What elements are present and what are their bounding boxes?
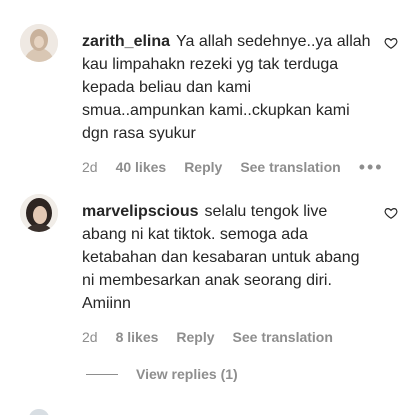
likes-count[interactable]: 8 likes (116, 329, 159, 345)
avatar[interactable] (20, 194, 58, 232)
likes-count[interactable]: 40 likes (116, 159, 167, 175)
view-replies-button[interactable]: View replies (1) (86, 366, 238, 382)
view-replies-divider (86, 373, 118, 375)
comment-meta: 2d 40 likes Reply See translation ••• (82, 158, 382, 176)
heart-icon[interactable] (384, 206, 398, 220)
reply-button[interactable]: Reply (176, 329, 214, 345)
comment-text: marvelipscious selalu tengok live abang n… (82, 200, 372, 315)
comment-meta: 2d 8 likes Reply See translation (82, 329, 372, 345)
comment-username[interactable]: marvelipscious (82, 203, 199, 220)
more-options-icon[interactable]: ••• (359, 158, 384, 176)
comment-username[interactable]: zarith_elina (82, 33, 170, 50)
comment-text: zarith_elina Ya allah sedehnye..ya allah … (82, 30, 372, 145)
comment-time[interactable]: 2d (82, 329, 98, 345)
view-replies-label: View replies (1) (136, 366, 238, 382)
comment-time[interactable]: 2d (82, 159, 98, 175)
next-avatar-edge (29, 409, 49, 415)
heart-icon[interactable] (384, 36, 398, 50)
avatar[interactable] (20, 24, 58, 62)
see-translation-button[interactable]: See translation (233, 329, 333, 345)
reply-button[interactable]: Reply (184, 159, 222, 175)
see-translation-button[interactable]: See translation (240, 159, 340, 175)
